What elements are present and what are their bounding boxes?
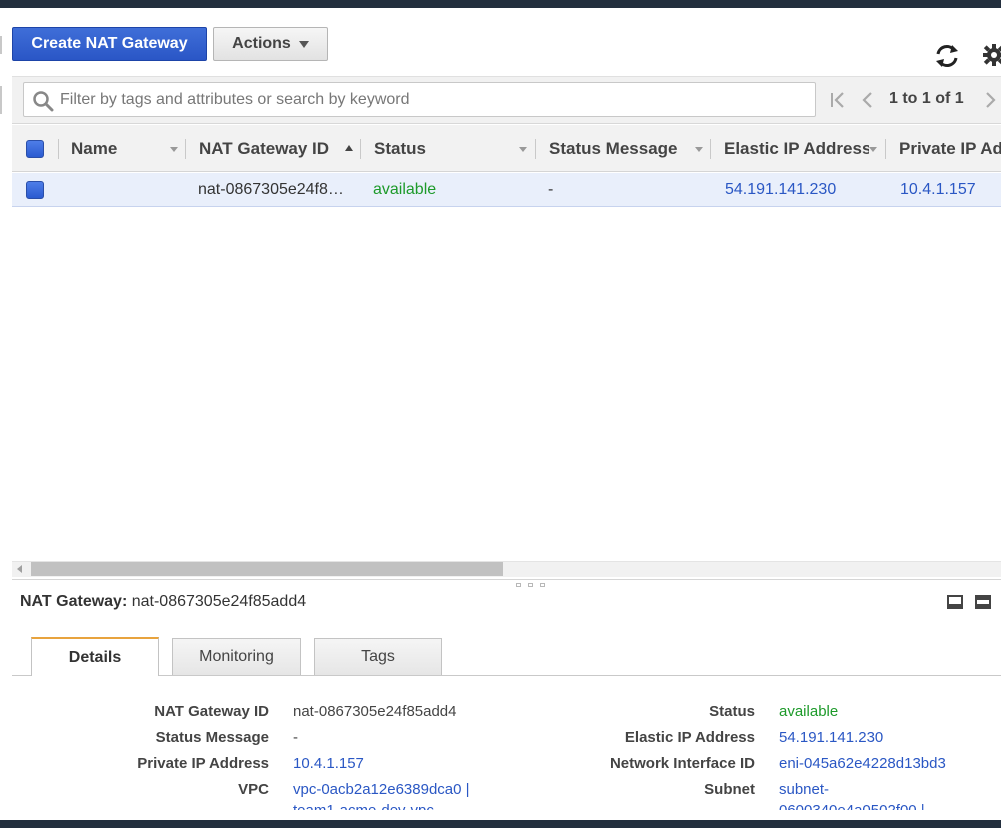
search-box[interactable]: [23, 82, 816, 117]
left-edge-marker: [0, 86, 2, 114]
label-subnet: Subnet: [704, 781, 755, 798]
detail-title-value: nat-0867305e24f85add4: [131, 593, 307, 610]
select-all-checkbox[interactable]: [26, 140, 44, 158]
label-private-ip-address: Private IP Address: [137, 755, 269, 772]
sort-caret-icon[interactable]: [170, 147, 178, 152]
value-status-message: -: [293, 729, 298, 746]
cell-status: available: [373, 181, 437, 198]
pane-splitter[interactable]: [12, 579, 1001, 580]
sort-caret-icon[interactable]: [519, 147, 527, 152]
column-divider: [535, 139, 536, 159]
label-status: Status: [709, 703, 755, 720]
first-page-icon[interactable]: [830, 91, 846, 109]
label-vpc: VPC: [238, 781, 269, 798]
cell-elastic-ip-link[interactable]: 54.191.141.230: [725, 173, 875, 207]
value-private-ip-link[interactable]: 10.4.1.157: [293, 755, 364, 772]
actions-dropdown-button[interactable]: Actions: [213, 27, 328, 61]
refresh-icon[interactable]: [933, 42, 961, 70]
subnet-id-clip: 0600340e4a0502f00 |: [779, 802, 989, 810]
table-row[interactable]: nat-0867305e24f8… available - 54.191.141…: [12, 173, 1001, 207]
restore-pane-icon[interactable]: [947, 595, 963, 609]
scroll-left-arrow-icon[interactable]: [17, 565, 22, 573]
value-status: available: [779, 703, 839, 720]
splitter-grip-icon[interactable]: [540, 583, 545, 587]
detail-title-label: NAT Gateway:: [20, 593, 128, 610]
cell-name: [71, 173, 181, 207]
left-edge-marker: [0, 36, 2, 54]
previous-page-icon[interactable]: [860, 91, 874, 109]
bottom-bar: [0, 820, 1001, 828]
column-header-name[interactable]: Name: [71, 125, 181, 172]
label-network-interface-id: Network Interface ID: [609, 755, 755, 772]
value-subnet-link[interactable]: subnet-: [779, 781, 829, 798]
tab-bar-baseline: [12, 675, 1001, 676]
value-subnet-id-link[interactable]: 0600340e4a0502f00 |: [779, 802, 925, 810]
column-header-private-ip-address[interactable]: Private IP Address: [899, 125, 1001, 172]
label-nat-gateway-id: NAT Gateway ID: [154, 703, 269, 720]
chevron-down-icon: [298, 40, 309, 48]
gear-icon[interactable]: [983, 44, 1001, 66]
sort-caret-icon[interactable]: [869, 147, 877, 152]
vpc-name-clip: team1-acme-dev-vpc: [293, 802, 553, 810]
horizontal-scrollbar-thumb[interactable]: [31, 562, 503, 576]
tab-monitoring[interactable]: Monitoring: [172, 638, 301, 675]
sort-ascending-icon[interactable]: [345, 145, 353, 151]
create-nat-gateway-button[interactable]: Create NAT Gateway: [12, 27, 207, 61]
column-header-elastic-ip-address[interactable]: Elastic IP Address: [724, 125, 869, 172]
column-header-status-message[interactable]: Status Message: [549, 125, 684, 172]
search-icon: [33, 91, 54, 112]
cell-private-ip-link[interactable]: 10.4.1.157: [900, 173, 1001, 207]
next-page-icon[interactable]: [984, 91, 998, 109]
splitter-grip-icon[interactable]: [516, 583, 521, 587]
column-divider: [360, 139, 361, 159]
tab-details[interactable]: Details: [31, 637, 159, 676]
label-status-message: Status Message: [155, 729, 269, 746]
column-divider: [885, 139, 886, 159]
splitter-grip-icon[interactable]: [528, 583, 533, 587]
pagination-text: 1 to 1 of 1: [889, 90, 964, 107]
value-elastic-ip-link[interactable]: 54.191.141.230: [779, 729, 883, 746]
top-nav-bar: [0, 0, 1001, 8]
label-elastic-ip-address: Elastic IP Address: [624, 729, 755, 746]
column-header-status[interactable]: Status: [374, 125, 514, 172]
maximize-pane-icon[interactable]: [975, 595, 991, 609]
value-vpc-name-link[interactable]: team1-acme-dev-vpc: [293, 802, 434, 810]
create-nat-gateway-label: Create NAT Gateway: [31, 35, 188, 52]
row-checkbox[interactable]: [26, 181, 44, 199]
value-vpc-link[interactable]: vpc-0acb2a12e6389dca0 |: [293, 781, 470, 798]
column-divider: [58, 139, 59, 159]
detail-pane-title: NAT Gateway: nat-0867305e24f85add4: [20, 593, 306, 611]
cell-status-message: -: [548, 181, 554, 198]
value-nat-gateway-id: nat-0867305e24f85add4: [293, 703, 457, 720]
column-divider: [185, 139, 186, 159]
value-network-interface-link[interactable]: eni-045a62e4228d13bd3: [779, 755, 946, 772]
table-header: Name NAT Gateway ID Status Status Messag…: [12, 125, 1001, 172]
search-input[interactable]: [58, 84, 808, 115]
cell-nat-gateway-id: nat-0867305e24f8…: [198, 181, 344, 198]
tab-tags[interactable]: Tags: [314, 638, 442, 675]
column-header-nat-gateway-id[interactable]: NAT Gateway ID: [199, 125, 339, 172]
actions-label: Actions: [232, 35, 291, 52]
column-divider: [710, 139, 711, 159]
sort-caret-icon[interactable]: [695, 147, 703, 152]
